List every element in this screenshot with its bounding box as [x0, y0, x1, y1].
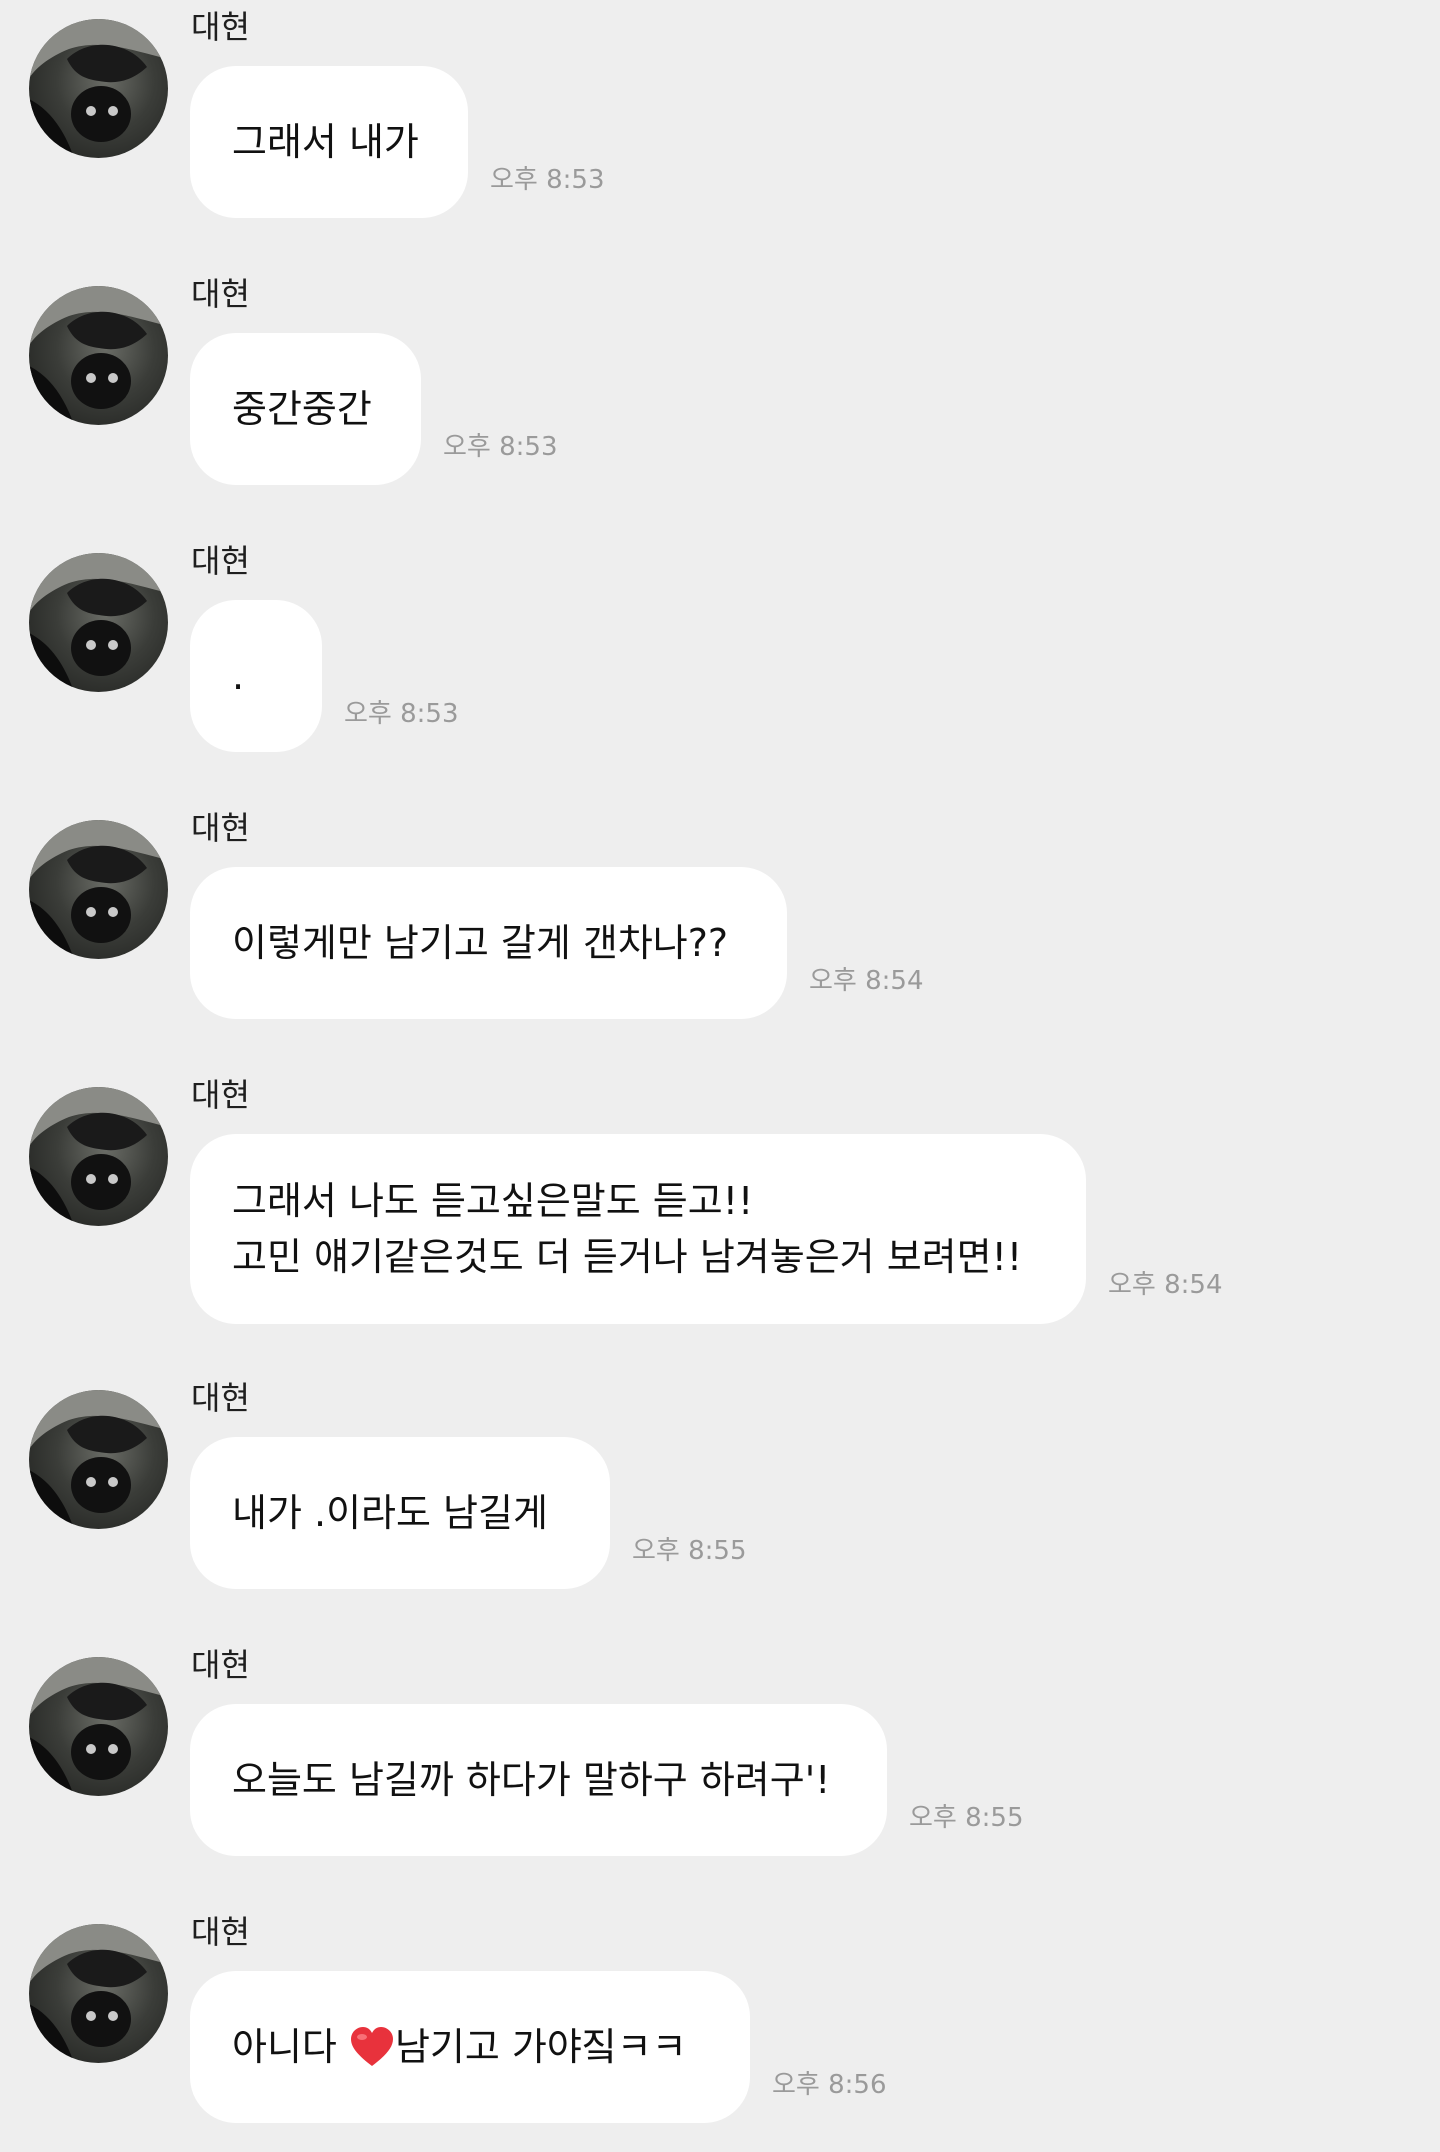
- message-row: 대현 내가 .이라도 남길게 오후 8:55: [0, 1371, 1440, 1601]
- timestamp: 오후 8:53: [490, 165, 605, 195]
- heart-icon: [350, 2027, 393, 2066]
- sender-name: 대현: [191, 275, 250, 313]
- message-row: 대현 그래서 나도 듣고싶은말도 듣고!! 고민 얘기같은것도 더 듣거나 남겨…: [0, 1068, 1440, 1358]
- message-text: 오늘도 남길까 하다가 말하구 하려구'!: [232, 1758, 831, 1802]
- sender-name: 대현: [191, 542, 250, 580]
- message-row: 대현 . 오후 8:53: [0, 534, 1440, 764]
- message-row: 대현 중간중간 오후 8:53: [0, 267, 1440, 497]
- timestamp: 오후 8:56: [772, 2070, 887, 2100]
- sender-name: 대현: [191, 8, 250, 46]
- avatar[interactable]: [29, 553, 168, 692]
- message-text: 이렇게만 남기고 갈게 갠차나??: [232, 921, 729, 965]
- message-text: .: [232, 654, 245, 698]
- message-row: 대현 이렇게만 남기고 갈게 갠차나?? 오후 8:54: [0, 801, 1440, 1031]
- message-text: 그래서 내가: [232, 120, 419, 164]
- avatar[interactable]: [29, 286, 168, 425]
- avatar[interactable]: [29, 1924, 168, 2063]
- message-bubble[interactable]: 이렇게만 남기고 갈게 갠차나??: [190, 867, 787, 1019]
- message-row: 대현 오늘도 남길까 하다가 말하구 하려구'! 오후 8:55: [0, 1638, 1440, 1868]
- avatar-photo-icon: [29, 820, 168, 959]
- message-bubble[interactable]: 아니다 남기고 가야짘ㅋㅋ: [190, 1971, 750, 2123]
- timestamp: 오후 8:54: [1108, 1270, 1223, 1300]
- message-text: 그래서 나도 듣고싶은말도 듣고!!: [232, 1179, 754, 1223]
- chat-log: 대현 그래서 내가 오후 8:53 대현 중간중간 오후 8:53 대현 . 오…: [0, 0, 1440, 2152]
- sender-name: 대현: [191, 1913, 250, 1951]
- message-text-part: 아니다: [232, 2025, 349, 2069]
- message-text: 고민 얘기같은것도 더 듣거나 남겨놓은거 보려면!!: [232, 1235, 1023, 1279]
- message-text-part: 남기고 가야짘ㅋㅋ: [394, 2025, 687, 2069]
- message-bubble[interactable]: 그래서 나도 듣고싶은말도 듣고!! 고민 얘기같은것도 더 듣거나 남겨놓은거…: [190, 1134, 1086, 1324]
- avatar-photo-icon: [29, 1657, 168, 1796]
- avatar-photo-icon: [29, 1924, 168, 2063]
- message-row: 대현 아니다 남기고 가야짘ㅋㅋ 오후 8:56: [0, 1905, 1440, 2145]
- timestamp: 오후 8:53: [443, 432, 558, 462]
- avatar-photo-icon: [29, 553, 168, 692]
- sender-name: 대현: [191, 809, 250, 847]
- message-text: 아니다 남기고 가야짘ㅋㅋ: [232, 2019, 708, 2075]
- message-bubble[interactable]: 내가 .이라도 남길게: [190, 1437, 610, 1589]
- timestamp: 오후 8:53: [344, 699, 459, 729]
- avatar-photo-icon: [29, 1087, 168, 1226]
- sender-name: 대현: [191, 1646, 250, 1684]
- sender-name: 대현: [191, 1379, 250, 1417]
- avatar-photo-icon: [29, 19, 168, 158]
- avatar[interactable]: [29, 1390, 168, 1529]
- message-bubble[interactable]: 오늘도 남길까 하다가 말하구 하려구'!: [190, 1704, 887, 1856]
- timestamp: 오후 8:55: [632, 1536, 747, 1566]
- avatar[interactable]: [29, 1087, 168, 1226]
- sender-name: 대현: [191, 1076, 250, 1114]
- avatar-photo-icon: [29, 1390, 168, 1529]
- avatar-photo-icon: [29, 286, 168, 425]
- message-bubble[interactable]: .: [190, 600, 322, 752]
- timestamp: 오후 8:55: [909, 1803, 1024, 1833]
- avatar[interactable]: [29, 820, 168, 959]
- message-row: 대현 그래서 내가 오후 8:53: [0, 0, 1440, 230]
- avatar[interactable]: [29, 19, 168, 158]
- message-bubble[interactable]: 중간중간: [190, 333, 421, 485]
- message-text: 중간중간: [232, 387, 372, 431]
- message-bubble[interactable]: 그래서 내가: [190, 66, 468, 218]
- timestamp: 오후 8:54: [809, 966, 924, 996]
- message-text: 내가 .이라도 남길게: [232, 1491, 548, 1535]
- avatar[interactable]: [29, 1657, 168, 1796]
